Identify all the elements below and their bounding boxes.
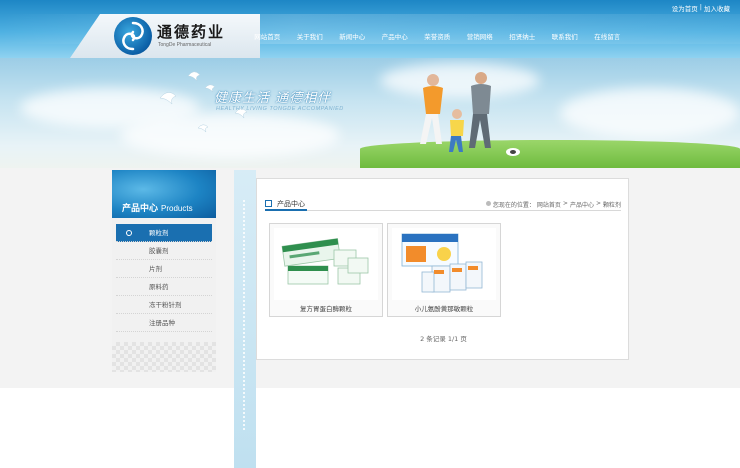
top-links-divider: | [699,3,702,11]
nav-news[interactable]: 新闻中心 [331,31,374,41]
sidebar-header: 产品中心 Products [112,170,216,218]
sidebar-item-label: 片剂 [149,265,162,273]
sidebar-item-api[interactable]: 原料药 [116,278,212,296]
logo-name-en: TongDe Pharmaceutical [158,42,212,48]
banner: 健康生活 通德相伴 HEALTHY LIVING TONGDE ACCOMPAN… [0,58,740,168]
nav-message[interactable]: 在线留言 [586,31,629,41]
sidebar-pattern [112,342,216,372]
product-image[interactable] [274,228,378,300]
product-grid: 复方胃蛋白酶颗粒 小儿氨酚黄那敏颗粒 [269,223,501,317]
product-card[interactable]: 复方胃蛋白酶颗粒 [269,223,383,317]
sidebar-item-label: 颗粒剂 [149,229,169,237]
logo[interactable]: 通德药业 TongDe Pharmaceutical [70,14,260,58]
main-panel: 产品中心 您现在的位置： 网站首页 > 产品中心 > 颗粒剂 复方胃蛋白酶颗粒 … [256,178,629,360]
breadcrumb-sep: > [595,200,601,207]
breadcrumb-current[interactable]: 颗粒剂 [603,200,621,209]
nav-about[interactable]: 关于我们 [289,31,332,41]
pagination-info: 2 条记录 1/1 页 [420,335,467,343]
sidebar-item-label: 胶囊剂 [149,247,169,255]
sidebar: 产品中心 Products 颗粒剂 胶囊剂 片剂 原料药 冻干粉针剂 注册品种 [112,170,216,372]
nav-contact[interactable]: 联系我们 [544,31,587,41]
product-image[interactable] [392,228,496,300]
section-header: 产品中心 您现在的位置： 网站首页 > 产品中心 > 颗粒剂 [265,199,621,211]
sidebar-list: 颗粒剂 胶囊剂 片剂 原料药 冻干粉针剂 注册品种 [116,224,212,332]
breadcrumb-products[interactable]: 产品中心 [570,200,594,209]
sidebar-item-lyophilized[interactable]: 冻干粉针剂 [116,296,212,314]
decorative-stripe [234,170,256,468]
location-icon [485,201,491,206]
nav-home[interactable]: 网站首页 [246,31,289,41]
nav-jobs[interactable]: 招贤纳士 [501,31,544,41]
product-name[interactable]: 小儿氨酚黄那敏颗粒 [388,303,500,313]
sidebar-title-en: Products [161,204,193,213]
set-homepage-link[interactable]: 设为首页 [672,3,698,13]
bullet-icon [126,230,132,236]
add-favorite-link[interactable]: 加入收藏 [704,3,730,13]
title-underline [265,209,307,211]
breadcrumb-prefix: 您现在的位置： [492,202,535,209]
sidebar-item-capsules[interactable]: 胶囊剂 [116,242,212,260]
main-nav: 网站首页 关于我们 新闻中心 产品中心 荣誉资质 营销网络 招贤纳士 联系我们 … [246,31,629,41]
logo-swirl-icon [114,17,152,55]
banner-slogan-en: HEALTHY LIVING TONGDE ACCOMPANIED [216,106,344,112]
product-card[interactable]: 小儿氨酚黄那敏颗粒 [387,223,501,317]
banner-slogan: 健康生活 通德相伴 [214,91,332,106]
breadcrumb-sep: > [562,200,568,207]
logo-name: 通德药业 [157,23,226,41]
sidebar-item-registered[interactable]: 注册品种 [116,314,212,332]
section-title: 产品中心 [277,200,305,208]
nav-products[interactable]: 产品中心 [374,31,417,41]
breadcrumb: 您现在的位置： 网站首页 > 产品中心 > 颗粒剂 [485,200,621,209]
sidebar-title: 产品中心 [122,204,159,214]
nav-honors[interactable]: 荣誉资质 [416,31,459,41]
product-name[interactable]: 复方胃蛋白酶颗粒 [270,303,382,313]
square-icon [265,200,272,207]
breadcrumb-home[interactable]: 网站首页 [537,200,561,209]
header: 设为首页 | 加入收藏 通德药业 TongDe Pharmaceutical 网… [0,0,740,58]
nav-network[interactable]: 营销网络 [459,31,502,41]
sidebar-item-label: 冻干粉针剂 [149,301,182,309]
sidebar-item-label: 注册品种 [149,319,175,327]
sidebar-item-tablets[interactable]: 片剂 [116,260,212,278]
sidebar-item-label: 原料药 [149,283,169,291]
sidebar-item-granules[interactable]: 颗粒剂 [116,224,212,242]
top-links: 设为首页 | 加入收藏 [672,3,730,13]
family-illustration [420,72,520,156]
